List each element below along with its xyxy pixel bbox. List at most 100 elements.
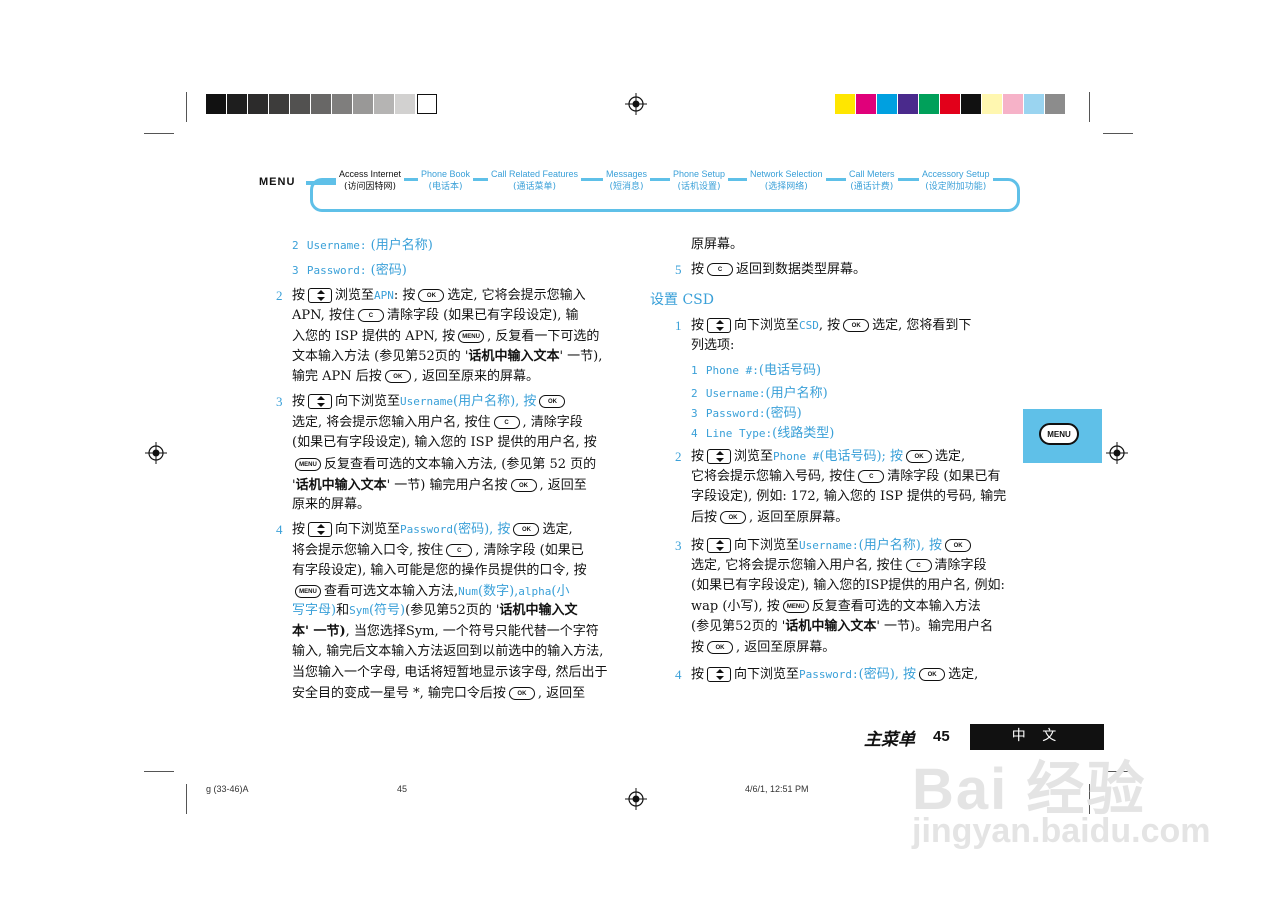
menu-side-tab: MENU [1023,409,1102,463]
option-number: 3 [292,264,299,277]
step-line: 入您的 ISP 提供的 APN, 按 MENU, 反复看一下可选的 [292,327,599,347]
crop-mark [1103,133,1133,134]
step-line: 按 OK, 返回至原屏幕。 [691,638,835,658]
text: (数字), [478,584,519,599]
text: , 返回至原屏幕。 [736,640,836,655]
registration-mark-icon [625,788,647,810]
text: , 返回至原来的屏幕。 [413,369,540,384]
step-line: 原来的屏幕。 [292,495,370,515]
text: , 当您选择Sym, 一个符号只能代替一个字符 [345,624,599,639]
ok-key-icon: OK [513,523,540,536]
text: , 返回至原屏幕。 [749,510,849,525]
nav-phone-setup: Phone Setup (话机设置) [670,169,729,192]
step-number: 2 [276,288,283,303]
gray-swatch [353,94,373,114]
text: 向下浏览至 [734,538,800,553]
step-line: (参见第52页的 '话机中输入文本' 一节)。输完用户名 [691,617,993,637]
text: (参见第52页的 ' [691,619,786,634]
c-key-icon: C [905,559,932,572]
nav-accessory-setup: Accessory Setup (设定附加功能) [919,169,993,192]
option-cn: (密码) [765,406,802,421]
text: 选定, [542,522,573,537]
text: 向下浏览至 [734,667,800,682]
crop-mark [144,133,174,134]
gray-swatch [395,94,415,114]
ok-key-icon: OK [919,668,946,681]
text: , 清除字段 (如果已 [475,543,584,558]
option-cn: (电话号码) [758,363,822,378]
nav-phone-book: Phone Book (电话本) [418,169,474,192]
csd-option: 2 Username:(用户名称) [691,384,828,404]
text: 按 [691,538,705,553]
footer-title: 主菜单 [864,730,915,750]
text: (如果已有字段设定), 输入您的 ISP 提供的用户名, 按 [292,435,597,450]
code-text: Password: [799,668,859,681]
gray-swatch [269,94,289,114]
text-bold: 话机中输入文 [499,603,578,618]
color-swatch [877,94,897,114]
option-number: 2 [691,387,698,400]
csd-option: 1 Phone #:(电话号码) [691,361,821,381]
text: (小 [551,584,570,599]
code-text: APN [374,289,394,302]
step-line: 输入, 输完后文本输入方法返回到以前选中的输入方法, [292,642,603,662]
text: 按 [691,449,705,464]
option-number: 3 [691,407,698,420]
code-text: Password [400,523,454,536]
nav-label-en: Network Selection [750,169,823,179]
step-number: 4 [675,667,682,682]
option-code: Phone #: [705,364,759,377]
text: wap (小写), 按 [691,599,780,614]
ok-key-icon: OK [539,395,566,408]
text: , 反复看一下可选的 [487,329,600,344]
text: 选定, 它将会提示您输入 [447,288,586,303]
option-number: 2 [292,239,299,252]
csd-option: 3 Password:(密码) [691,404,802,424]
step-line: (如果已有字段设定), 输入您的ISP提供的用户名, 例如: [691,576,1005,596]
option-cn: (用户名称) [370,238,433,253]
nav-label-en: Call Meters [849,169,895,179]
gray-swatch [206,94,226,114]
text: 按 [292,394,306,409]
text: 选定, 将会提示您输入用户名, 按住 [292,415,491,430]
gray-swatch [311,94,331,114]
step-line: 按 向下浏览至CSD, 按 OK 选定, 您将看到下 [691,316,971,336]
step-line: 本' 一节), 当您选择Sym, 一个符号只能代替一个字符 [292,622,599,642]
step-line: 它将会提示您输入号码, 按住 C 清除字段 (如果已有 [691,467,1000,487]
text-bold: 话机中输入文本 [468,349,560,364]
text: , 按 [818,318,841,333]
text: 当您输入一个字母, 电话将短暂地显示该字母, 然后出于 [292,665,608,680]
color-swatch [919,94,939,114]
step-line: 字段设定), 例如: 172, 输入您的 ISP 提供的号码, 输完 [691,487,1006,507]
text: 字段设定), 例如: 172, 输入您的 ISP 提供的号码, 输完 [691,489,1007,504]
nav-label-cn: (电话本) [428,182,463,192]
step-number: 1 [675,318,682,333]
text: 输入, 输完后文本输入方法返回到以前选中的输入方法, [292,644,604,659]
color-swatch [940,94,960,114]
text: 原来的屏幕。 [292,497,371,512]
step-line: 文本输入方法 (参见第52页的 '话机中输入文本' 一节), [292,347,602,367]
menu-key-icon: MENU [782,600,809,613]
text: ' 一节) 输完用户名按 [386,478,508,493]
continued-text: 原屏幕。 [691,237,744,252]
color-swatch [1003,94,1023,114]
option-cn: (线路类型) [772,426,835,441]
nav-key-icon [308,394,333,409]
code-text: Username: [799,539,859,552]
menu-bar-accent [306,181,336,185]
step-number: 4 [276,522,283,537]
text-bold: 话机中输入文本 [785,619,877,634]
text: 浏览至 [335,288,375,303]
text: , 返回至 [539,478,587,493]
color-swatch [982,94,1002,114]
step-line: 写字母)和Sym(符号)(参见第52页的 '话机中输入文 [292,601,577,621]
menu-nav-frame [310,178,1020,212]
option-cn: (用户名称) [765,386,828,401]
step-line: 按 向下浏览至Password(密码), 按 OK 选定, [292,520,573,540]
text: 按 [691,667,705,682]
option-code: Password: [705,407,766,420]
step-line: 按 C 返回到数据类型屏幕。 [691,260,866,280]
text: (密码), 按 [453,522,511,537]
text: 选定, [935,449,966,464]
ok-key-icon: OK [720,511,747,524]
